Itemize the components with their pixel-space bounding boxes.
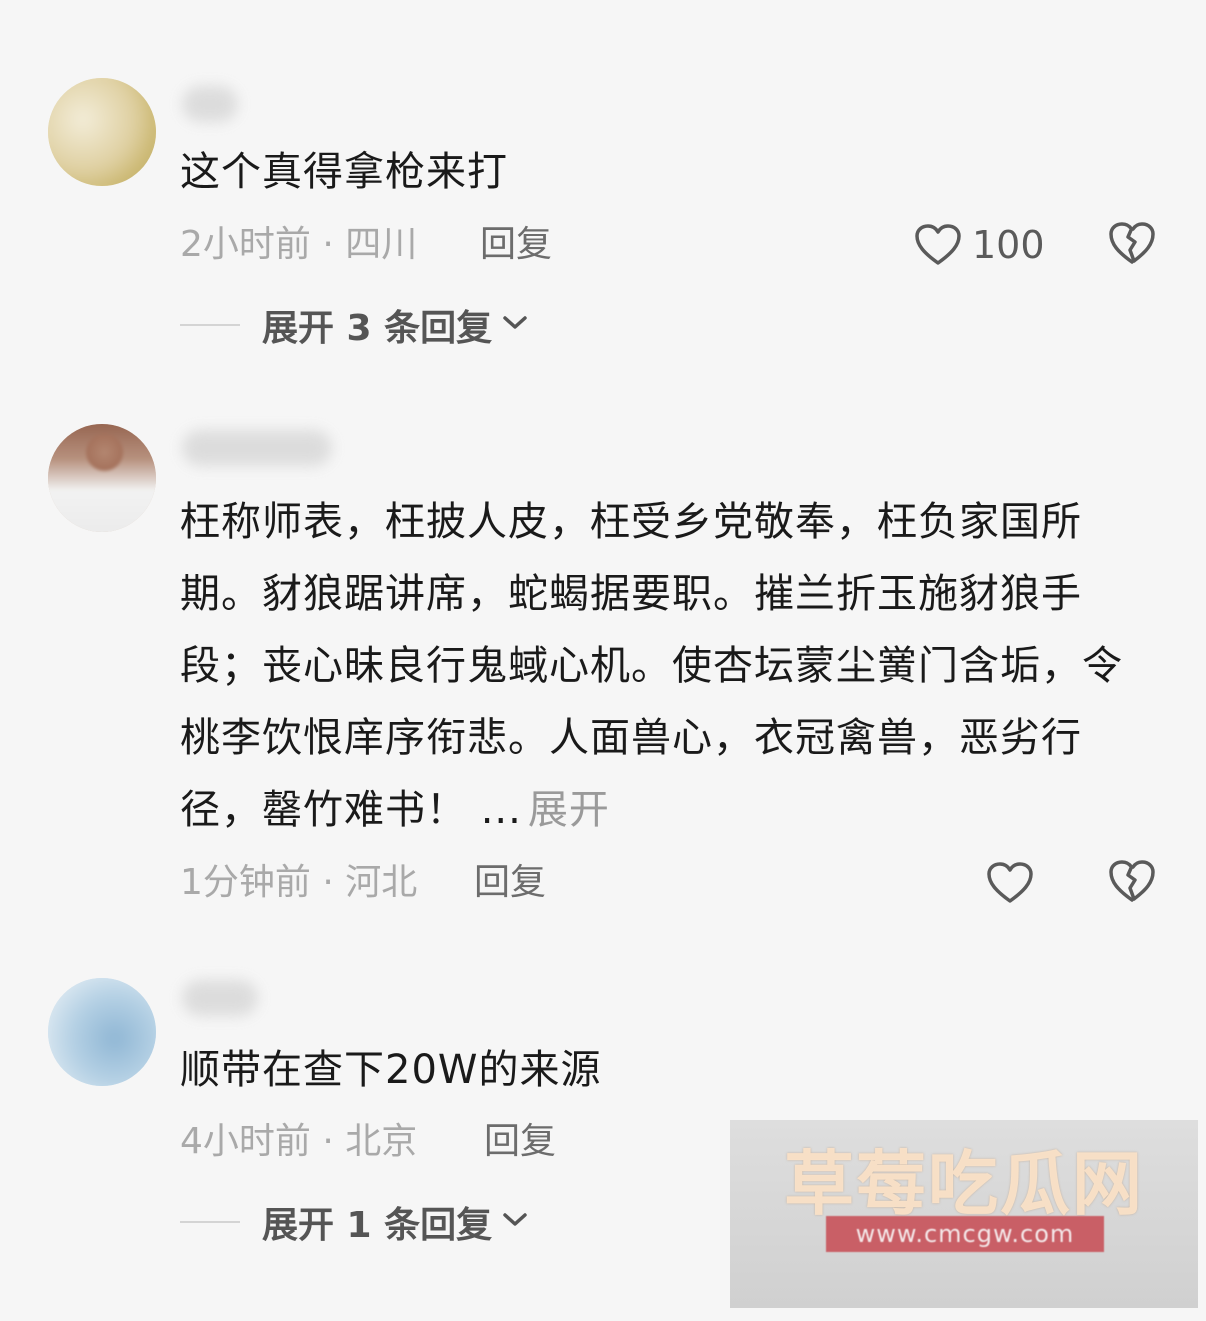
comment-text: 这个真得拿枪来打 xyxy=(180,149,508,195)
avatar[interactable] xyxy=(48,78,156,186)
username-blurred[interactable] xyxy=(182,86,238,122)
comment-list: 这个真得拿枪来打 2小时前 · 四川 回复 100 展开 3 条回复 枉称师表，… xyxy=(0,0,1206,1321)
comment-time-location: 2小时前 · 四川 xyxy=(180,224,418,265)
thread-divider xyxy=(180,324,240,326)
watermark-url: www.cmcgw.com xyxy=(826,1216,1104,1252)
like-button[interactable] xyxy=(986,858,1034,908)
broken-heart-icon xyxy=(1108,858,1156,904)
dislike-button[interactable] xyxy=(1108,220,1156,270)
like-button[interactable]: 100 xyxy=(914,220,1045,270)
comment-text: 顺带在查下20W的来源 xyxy=(180,1047,602,1093)
expand-text-link[interactable]: 展开 xyxy=(528,787,610,833)
thread-divider xyxy=(180,1221,240,1223)
avatar[interactable] xyxy=(48,424,156,532)
chevron-down-icon xyxy=(502,315,528,335)
broken-heart-icon xyxy=(1108,220,1156,266)
comment-text-body: 枉称师表，枉披人皮，枉受乡党敬奉，枉负家国所期。豺狼踞讲席，蛇蝎据要职。摧兰折玉… xyxy=(180,499,1123,833)
like-count: 100 xyxy=(972,223,1045,267)
reply-button[interactable]: 回复 xyxy=(484,1117,556,1167)
expand-replies-button[interactable]: 展开 3 条回复 xyxy=(180,300,528,350)
username-blurred[interactable] xyxy=(182,980,258,1016)
reply-button[interactable]: 回复 xyxy=(480,220,552,270)
expand-replies-button[interactable]: 展开 1 条回复 xyxy=(180,1197,528,1247)
watermark-title: 草莓吃瓜网 xyxy=(784,1142,1144,1225)
comment-time-location: 1分钟前 · 河北 xyxy=(180,862,418,903)
dislike-button[interactable] xyxy=(1108,858,1156,908)
avatar[interactable] xyxy=(48,978,156,1086)
username-blurred[interactable] xyxy=(182,430,332,466)
reply-button[interactable]: 回复 xyxy=(474,858,546,908)
heart-outline-icon xyxy=(986,861,1034,905)
heart-outline-icon xyxy=(914,223,962,267)
comment-text-ellipsis: ... xyxy=(480,787,522,833)
chevron-down-icon xyxy=(502,1212,528,1232)
comment-text: 枉称师表，枉披人皮，枉受乡党敬奉，枉负家国所期。豺狼踞讲席，蛇蝎据要职。摧兰折玉… xyxy=(180,486,1160,846)
site-watermark: 草莓吃瓜网 www.cmcgw.com xyxy=(730,1120,1198,1308)
expand-replies-label: 展开 1 条回复 xyxy=(262,1205,493,1246)
expand-replies-label: 展开 3 条回复 xyxy=(262,308,493,349)
comment-time-location: 4小时前 · 北京 xyxy=(180,1121,418,1162)
